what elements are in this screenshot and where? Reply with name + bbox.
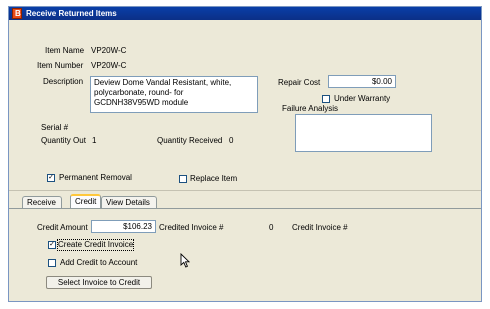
description-line: polycarbonate, round- for [94,88,184,97]
tab-strip: Receive Credit View Details [9,190,481,210]
quantity-received-value: 0 [229,136,234,145]
permanent-removal-label: Permanent Removal [59,173,132,182]
quantity-received-label: Quantity Received [157,136,223,145]
add-credit-to-account-checkbox[interactable] [48,259,56,267]
serial-label: Serial # [41,123,69,132]
credited-invoice-label: Credited Invoice # [159,223,224,232]
under-warranty-label: Under Warranty [334,94,391,103]
quantity-out-label: Quantity Out [41,136,86,145]
credit-invoice-label: Credit Invoice # [292,223,348,232]
item-name-value: VP20W-C [91,46,127,55]
create-credit-invoice-checkbox[interactable]: ✓ [48,241,56,249]
credit-amount-input[interactable]: $106.23 [91,220,156,233]
window-title: Receive Returned Items [26,9,117,18]
description-line: GCDNH38V95WD module [94,98,189,107]
title-bar[interactable]: B Receive Returned Items [9,7,481,20]
replace-item-checkbox[interactable] [179,175,187,183]
description-label: Description [43,77,84,86]
receive-returned-items-window: B Receive Returned Items Item Name VP20W… [8,6,482,302]
credit-panel: Credit Amount $106.23 Credited Invoice #… [9,209,481,301]
description-textarea[interactable]: Deview Dome Vandal Resistant, white, pol… [90,76,258,113]
quantity-out-value: 1 [92,136,97,145]
description-line: Deview Dome Vandal Resistant, white, [94,78,232,87]
mouse-pointer-icon [180,253,190,268]
failure-analysis-textarea[interactable] [295,114,432,152]
under-warranty-checkbox[interactable] [322,95,330,103]
item-number-label: Item Number [37,61,84,70]
credited-invoice-value: 0 [269,223,274,232]
add-credit-to-account-label: Add Credit to Account [60,258,138,267]
item-number-value: VP20W-C [91,61,127,70]
repair-cost-label: Repair Cost [278,78,321,87]
app-b-icon: B [12,8,22,19]
repair-cost-input[interactable]: $0.00 [328,75,396,88]
replace-item-label: Replace Item [190,174,238,183]
failure-analysis-label: Failure Analysis [282,104,339,113]
credit-amount-label: Credit Amount [37,223,88,232]
item-details-panel: Item Name VP20W-C Item Number VP20W-C De… [9,20,481,190]
permanent-removal-checkbox[interactable]: ✓ [47,174,55,182]
select-invoice-to-credit-button[interactable]: Select Invoice to Credit [46,276,152,289]
create-credit-invoice-label: Create Credit Invoice [56,239,135,251]
item-name-label: Item Name [45,46,85,55]
